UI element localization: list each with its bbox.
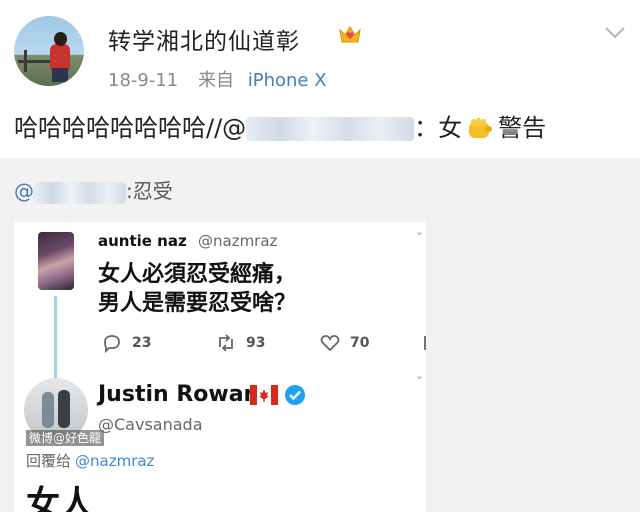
chevron-down-icon[interactable] [604,26,626,40]
like-icon [320,335,340,352]
fist-icon [469,118,493,138]
post-date: 18-9-11 [108,70,179,91]
source-prefix: 来自 [198,70,234,91]
post-meta: 18-9-11 来自 iPhone X [108,66,327,92]
reply-to-line: 回覆给 @nazmraz [26,450,154,471]
repost-suffix: ：女 [414,114,463,142]
post-header: 转学湘北的仙道彰 18-9-11 来自 iPhone X [0,0,640,100]
retweet-action: 93 [216,332,265,354]
tweet2-name: Justin Rowan [98,382,260,407]
tweet-screenshot[interactable]: auntie naz @nazmraz ˇ 女人必須忍受經痛， 男人是需要忍受啥… [14,222,426,512]
blurred-username [246,117,415,141]
tweet1-line1: 女人必須忍受經痛， [98,262,297,287]
retweet-count: 93 [246,335,266,351]
verified-icon [285,385,305,405]
canada-flag-icon [250,385,278,405]
reply-mention[interactable]: @nazmraz [75,452,154,470]
reply-label: 回覆给 [26,452,72,470]
tweet2-body: 女人 [26,484,94,512]
crown-icon [339,26,361,43]
blurred-original-username [34,181,126,204]
thread-line [54,296,57,378]
repost-prefix: 哈哈哈哈哈哈哈哈//@ [14,114,247,142]
reply-icon [104,335,120,353]
user-avatar[interactable] [14,16,84,86]
like-action: 70 [320,332,369,354]
tweet1-name: auntie naz [98,232,187,250]
reply-count: 23 [132,335,152,351]
original-at[interactable]: @ [14,179,34,203]
username[interactable]: 转学湘北的仙道彰 [108,22,300,56]
like-count: 70 [350,335,370,351]
tweet1-body: 女人必須忍受經痛， 男人是需要忍受啥？ [98,260,296,318]
tweet2-handle: @Cavsanada [98,415,203,434]
device-link[interactable]: iPhone X [248,70,327,91]
watermark: 微博@好色龍 [26,430,105,446]
original-text: :忍受 [126,179,173,203]
message-action [422,332,426,354]
tweet1-line2: 男人是需要忍受啥？ [98,291,297,316]
retweet-icon [219,334,233,352]
tweet1-menu-icon: ˇ [416,232,423,248]
repost-end: 警告 [498,114,547,142]
message-icon [424,336,426,350]
tweet1-handle: @nazmraz [198,232,278,250]
repost-text: 哈哈哈哈哈哈哈哈//@ ：女 警告 [14,112,546,144]
tweet1-avatar [38,232,74,290]
original-post-text: @ :忍受 [14,176,173,206]
tweet2-menu-icon: ˇ [416,376,423,392]
reply-action: 23 [102,332,151,354]
